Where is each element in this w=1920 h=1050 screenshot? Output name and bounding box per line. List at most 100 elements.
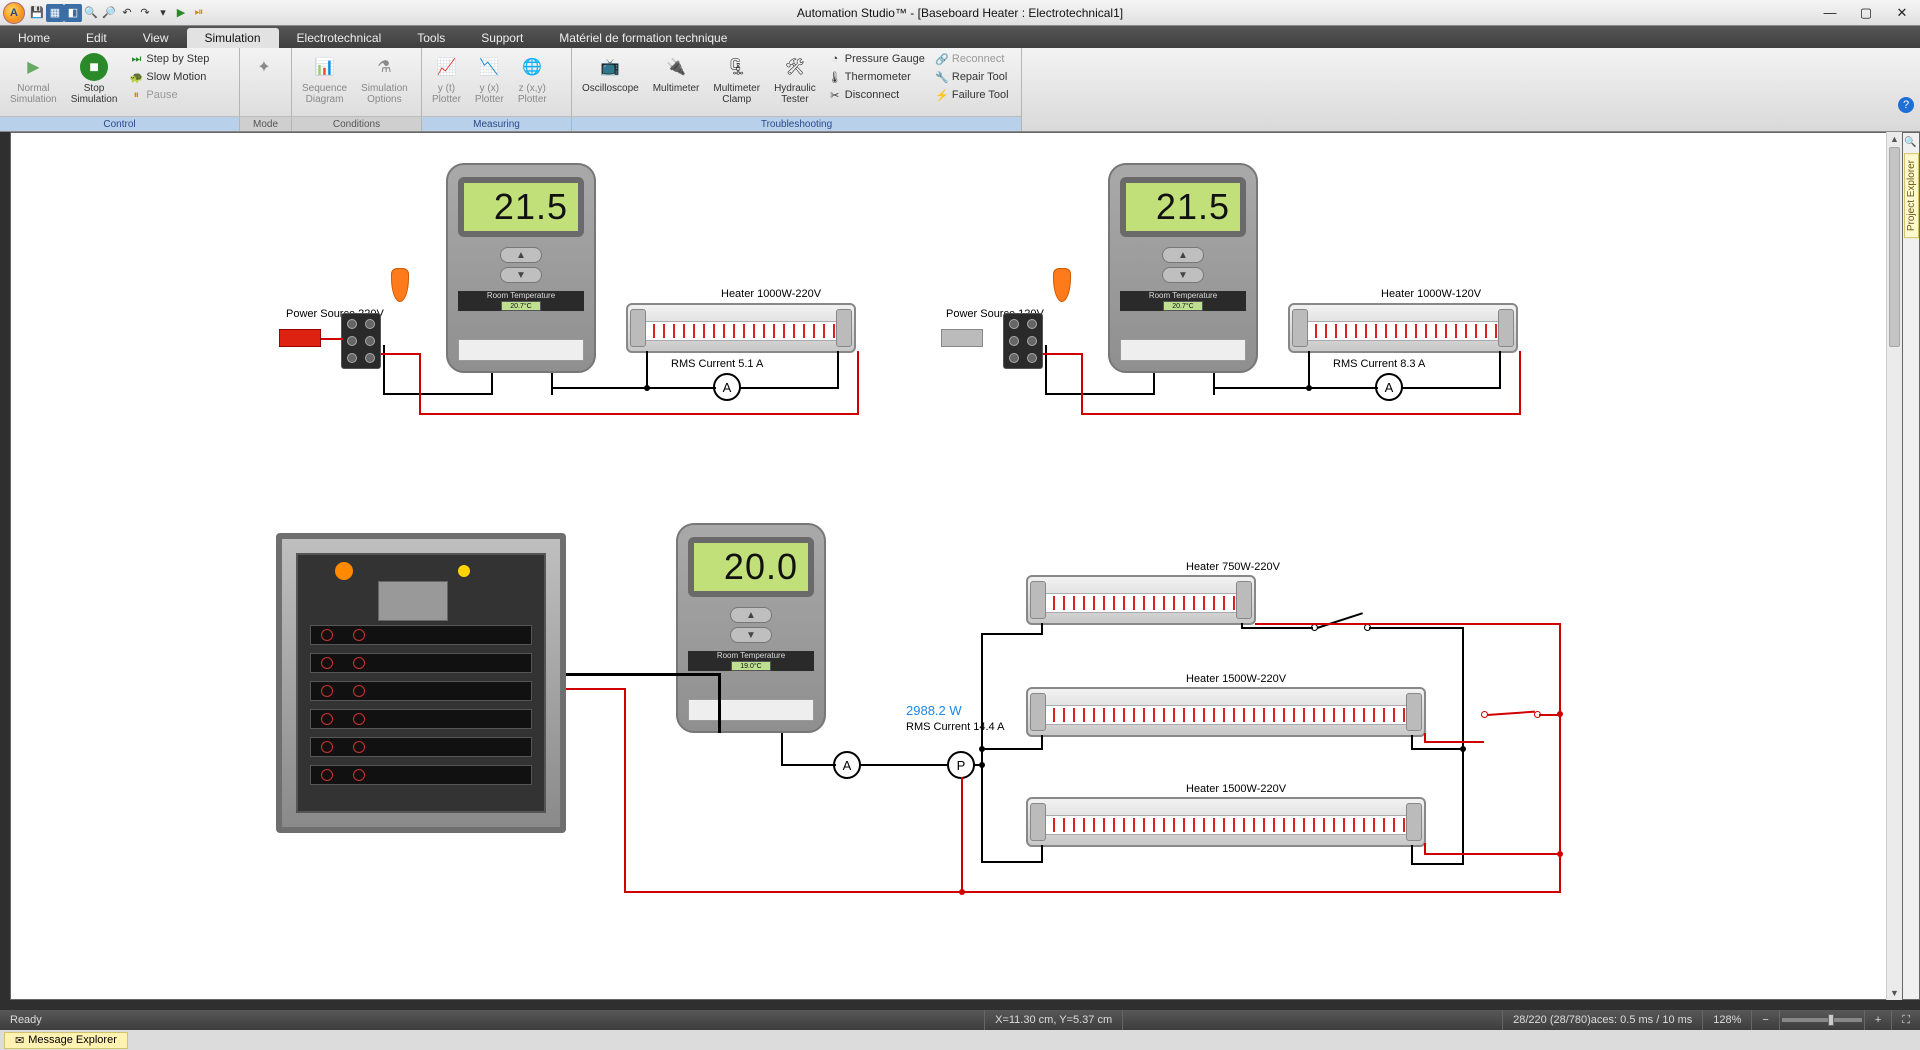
pause-button[interactable]: ⏸Pause: [127, 87, 211, 103]
c2-ammeter[interactable]: A: [1375, 373, 1403, 401]
c2-thermo-scale[interactable]: [1120, 339, 1246, 361]
tab-tools[interactable]: Tools: [399, 28, 463, 48]
failure-tool-button[interactable]: ⚡Failure Tool: [933, 87, 1011, 103]
stop-simulation-button[interactable]: ■ Stop Simulation: [67, 51, 122, 107]
oscilloscope-button[interactable]: 📺Oscilloscope: [578, 51, 643, 96]
qat-play-icon[interactable]: ▶: [172, 4, 190, 22]
multimeter-button[interactable]: 🔌Multimeter: [649, 51, 704, 96]
project-explorer-icon[interactable]: 🔍: [1904, 137, 1918, 151]
c3-wattmeter[interactable]: P: [947, 751, 975, 779]
c3-thermo-down-button[interactable]: ▼: [730, 627, 772, 643]
c3-heater-b-label: Heater 1500W-220V: [1186, 673, 1286, 685]
sequence-diagram-button[interactable]: 📊Sequence Diagram: [298, 51, 351, 107]
c3-thermo-up-button[interactable]: ▲: [730, 607, 772, 623]
c3-switch-a[interactable]: [1311, 618, 1371, 638]
zoom-fit-button[interactable]: ⛶: [1891, 1010, 1920, 1030]
c3-heater-b[interactable]: [1026, 687, 1426, 737]
bottom-dock-bar: ✉ Message Explorer: [0, 1030, 1920, 1050]
qat-btn-1[interactable]: ▦: [46, 4, 64, 22]
main-breaker[interactable]: [378, 581, 448, 621]
breaker-3[interactable]: [310, 681, 532, 701]
qat-save-icon[interactable]: 💾: [28, 4, 46, 22]
qat-btn-2[interactable]: ◧: [64, 4, 82, 22]
pressure-gauge-button[interactable]: ◔Pressure Gauge: [826, 51, 927, 67]
tab-training[interactable]: Matériel de formation technique: [541, 28, 745, 48]
qat-redo-icon[interactable]: ↷: [136, 4, 154, 22]
scroll-up-icon[interactable]: ▲: [1887, 132, 1902, 146]
c1-heater[interactable]: [626, 303, 856, 353]
status-perf: 28/220 (28/780)aces: 0.5 ms / 10 ms: [1502, 1010, 1702, 1030]
breaker-5[interactable]: [310, 737, 532, 757]
breaker-6[interactable]: [310, 765, 532, 785]
zoom-out-button[interactable]: −: [1751, 1010, 1778, 1030]
tab-electrotechnical[interactable]: Electrotechnical: [279, 28, 400, 48]
disconnect-button[interactable]: ✂Disconnect: [826, 87, 927, 103]
c3-heater-a[interactable]: [1026, 575, 1256, 625]
project-explorer-tab[interactable]: Project Explorer: [1904, 153, 1919, 238]
zoom-in-button[interactable]: +: [1864, 1010, 1891, 1030]
c2-thermostat[interactable]: 21.5 ▲ ▼ Room Temperature20.7°C: [1098, 163, 1268, 373]
c1-thermo-scale[interactable]: [458, 339, 584, 361]
normal-simulation-button[interactable]: ▶ Normal Simulation: [6, 51, 61, 107]
step-by-step-button[interactable]: ⏭Step by Step: [127, 51, 211, 67]
c2-wire: [1213, 387, 1378, 389]
c2-terminal-block[interactable]: [1003, 313, 1043, 369]
close-button[interactable]: ✕: [1884, 0, 1920, 26]
qat-undo-icon[interactable]: ↶: [118, 4, 136, 22]
slow-motion-button[interactable]: 🐢Slow Motion: [127, 69, 211, 85]
zxy-plotter-button[interactable]: 🌐z (x,y) Plotter: [514, 51, 551, 107]
breaker-panel[interactable]: [276, 533, 566, 833]
yt-plotter-button[interactable]: 📈y (t) Plotter: [428, 51, 465, 107]
tab-simulation[interactable]: Simulation: [187, 28, 279, 48]
c3-heater-c[interactable]: [1026, 797, 1426, 847]
app-menu-icon[interactable]: A: [3, 2, 25, 24]
breaker-2[interactable]: [310, 653, 532, 673]
tab-home[interactable]: Home: [0, 28, 68, 48]
breaker-1[interactable]: [310, 625, 532, 645]
yx-plotter-button[interactable]: 📉y (x) Plotter: [471, 51, 508, 107]
c3-wire: [1369, 627, 1464, 629]
c1-ammeter[interactable]: A: [713, 373, 741, 401]
vertical-scrollbar[interactable]: ▲ ▼: [1886, 132, 1902, 1000]
c3-ammeter[interactable]: A: [833, 751, 861, 779]
schematic-canvas[interactable]: Power Source 220V 21.5 ▲ ▼ Room Temperat…: [11, 133, 1901, 999]
c2-orange-plug[interactable]: [1053, 268, 1071, 302]
c2-gray-plug[interactable]: [941, 329, 983, 347]
c3-wire-node: [979, 746, 985, 752]
qat-zoom-in-icon[interactable]: 🔍: [82, 4, 100, 22]
c2-thermo-down-button[interactable]: ▼: [1162, 267, 1204, 283]
repair-tool-button[interactable]: 🔧Repair Tool: [933, 69, 1011, 85]
breaker-4[interactable]: [310, 709, 532, 729]
c3-thermostat[interactable]: 20.0 ▲ ▼ Room Temperature19.0°C: [666, 523, 836, 733]
thermometer-button[interactable]: 🌡Thermometer: [826, 69, 927, 85]
c2-wire-red: [1081, 413, 1521, 415]
qat-zoom-out-icon[interactable]: 🔎: [100, 4, 118, 22]
c1-thermo-down-button[interactable]: ▼: [500, 267, 542, 283]
c1-thermostat[interactable]: 21.5 ▲ ▼ Room Temperature20.7°C: [436, 163, 606, 373]
multimeter-clamp-button[interactable]: 🗜Multimeter Clamp: [709, 51, 764, 107]
scroll-down-icon[interactable]: ▼: [1887, 986, 1902, 1000]
c1-thermo-up-button[interactable]: ▲: [500, 247, 542, 263]
minimize-button[interactable]: —: [1812, 0, 1848, 26]
hydraulic-tester-button[interactable]: 🛠Hydraulic Tester: [770, 51, 820, 107]
reconnect-button[interactable]: 🔗Reconnect: [933, 51, 1011, 67]
c2-thermo-up-button[interactable]: ▲: [1162, 247, 1204, 263]
mode-button[interactable]: ✦: [246, 51, 282, 83]
tab-view[interactable]: View: [125, 28, 187, 48]
qat-step-icon[interactable]: ⏯: [190, 4, 208, 22]
scroll-thumb[interactable]: [1889, 147, 1900, 347]
zoom-slider[interactable]: [1779, 1010, 1864, 1030]
qat-dropdown-icon[interactable]: ▾: [154, 4, 172, 22]
c3-thermo-scale[interactable]: [688, 699, 814, 721]
c1-orange-plug[interactable]: [391, 268, 409, 302]
c1-red-plug[interactable]: [279, 329, 321, 347]
c2-heater[interactable]: [1288, 303, 1518, 353]
tab-edit[interactable]: Edit: [68, 28, 125, 48]
tab-support[interactable]: Support: [463, 28, 541, 48]
maximize-button[interactable]: ▢: [1848, 0, 1884, 26]
help-icon[interactable]: ?: [1898, 97, 1914, 113]
message-explorer-tab[interactable]: ✉ Message Explorer: [4, 1032, 128, 1049]
c3-switch-b[interactable]: [1481, 705, 1541, 725]
simulation-options-button[interactable]: ⚗Simulation Options: [357, 51, 412, 107]
c1-terminal-block[interactable]: [341, 313, 381, 369]
